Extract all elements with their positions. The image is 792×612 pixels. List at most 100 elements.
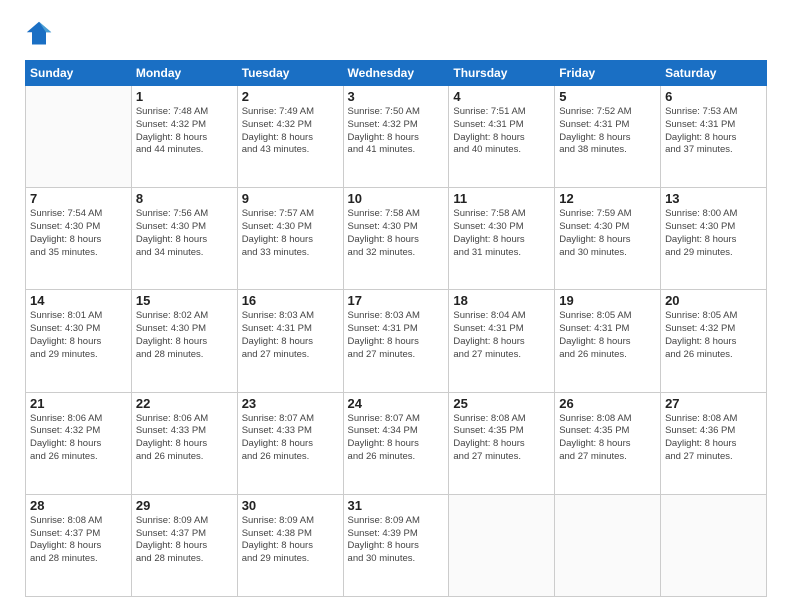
day-info: Sunrise: 8:06 AM Sunset: 4:33 PM Dayligh… [136, 413, 233, 464]
day-info: Sunrise: 8:06 AM Sunset: 4:32 PM Dayligh… [30, 413, 127, 464]
day-number: 19 [559, 293, 656, 308]
day-info: Sunrise: 7:50 AM Sunset: 4:32 PM Dayligh… [348, 106, 445, 157]
calendar-cell: 21Sunrise: 8:06 AM Sunset: 4:32 PM Dayli… [26, 392, 132, 494]
calendar-cell: 11 Sunrise: 7:58 AM Sunset: 4:30 PM Dayli… [449, 188, 555, 290]
calendar-cell: 20 Sunrise: 8:05 AM Sunset: 4:32 PM Dayli… [661, 290, 767, 392]
day-info: Sunrise: 8:09 AM Sunset: 4:38 PM Dayligh… [242, 515, 339, 566]
calendar-cell: 30 Sunrise: 8:09 AM Sunset: 4:38 PM Dayli… [237, 494, 343, 596]
day-info: Sunrise: 7:53 AM Sunset: 4:31 PM Dayligh… [665, 106, 762, 157]
calendar-cell: 17 Sunrise: 8:03 AM Sunset: 4:31 PM Dayli… [343, 290, 449, 392]
day-info: Sunrise: 8:03 AM Sunset: 4:31 PM Dayligh… [348, 310, 445, 361]
day-number: 18 [453, 293, 550, 308]
day-info: Sunrise: 8:08 AM Sunset: 4:37 PM Dayligh… [30, 515, 127, 566]
day-number: 26 [559, 396, 656, 411]
day-info: Sunrise: 8:08 AM Sunset: 4:35 PM Dayligh… [453, 413, 550, 464]
day-number: 5 [559, 89, 656, 104]
day-info: Sunrise: 7:54 AM Sunset: 4:30 PM Dayligh… [30, 208, 127, 259]
day-number: 13 [665, 191, 762, 206]
calendar-cell: 29Sunrise: 8:09 AM Sunset: 4:37 PM Dayli… [131, 494, 237, 596]
calendar-cell: 31Sunrise: 8:09 AM Sunset: 4:39 PM Dayli… [343, 494, 449, 596]
day-info: Sunrise: 8:09 AM Sunset: 4:37 PM Dayligh… [136, 515, 233, 566]
calendar-cell: 7 Sunrise: 7:54 AM Sunset: 4:30 PM Daylig… [26, 188, 132, 290]
day-number: 24 [348, 396, 445, 411]
day-number: 2 [242, 89, 339, 104]
calendar-cell: 26 Sunrise: 8:08 AM Sunset: 4:35 PM Dayli… [555, 392, 661, 494]
day-info: Sunrise: 8:05 AM Sunset: 4:31 PM Dayligh… [559, 310, 656, 361]
calendar-cell: 23 Sunrise: 8:07 AM Sunset: 4:33 PM Dayli… [237, 392, 343, 494]
calendar-cell: 8 Sunrise: 7:56 AM Sunset: 4:30 PM Daylig… [131, 188, 237, 290]
calendar-cell: 22Sunrise: 8:06 AM Sunset: 4:33 PM Dayli… [131, 392, 237, 494]
page: SundayMondayTuesdayWednesdayThursdayFrid… [0, 0, 792, 612]
day-number: 20 [665, 293, 762, 308]
day-number: 14 [30, 293, 127, 308]
day-number: 6 [665, 89, 762, 104]
day-info: Sunrise: 8:08 AM Sunset: 4:36 PM Dayligh… [665, 413, 762, 464]
calendar-day-header: Saturday [661, 61, 767, 86]
calendar-week-row: 1 Sunrise: 7:48 AM Sunset: 4:32 PM Daylig… [26, 86, 767, 188]
day-number: 11 [453, 191, 550, 206]
day-number: 1 [136, 89, 233, 104]
calendar-day-header: Thursday [449, 61, 555, 86]
day-info: Sunrise: 8:03 AM Sunset: 4:31 PM Dayligh… [242, 310, 339, 361]
day-info: Sunrise: 8:00 AM Sunset: 4:30 PM Dayligh… [665, 208, 762, 259]
calendar-cell [449, 494, 555, 596]
calendar-cell: 28 Sunrise: 8:08 AM Sunset: 4:37 PM Dayli… [26, 494, 132, 596]
day-info: Sunrise: 8:09 AM Sunset: 4:39 PM Dayligh… [348, 515, 445, 566]
calendar-week-row: 28 Sunrise: 8:08 AM Sunset: 4:37 PM Dayli… [26, 494, 767, 596]
logo-icon [25, 20, 53, 48]
calendar-cell [26, 86, 132, 188]
calendar-header-row: SundayMondayTuesdayWednesdayThursdayFrid… [26, 61, 767, 86]
calendar-cell: 13 Sunrise: 8:00 AM Sunset: 4:30 PM Dayli… [661, 188, 767, 290]
calendar-cell: 3 Sunrise: 7:50 AM Sunset: 4:32 PM Daylig… [343, 86, 449, 188]
logo [25, 20, 57, 48]
day-info: Sunrise: 7:49 AM Sunset: 4:32 PM Dayligh… [242, 106, 339, 157]
day-number: 8 [136, 191, 233, 206]
calendar-week-row: 14 Sunrise: 8:01 AM Sunset: 4:30 PM Dayli… [26, 290, 767, 392]
day-info: Sunrise: 8:08 AM Sunset: 4:35 PM Dayligh… [559, 413, 656, 464]
day-number: 28 [30, 498, 127, 513]
calendar-cell: 5 Sunrise: 7:52 AM Sunset: 4:31 PM Daylig… [555, 86, 661, 188]
day-number: 7 [30, 191, 127, 206]
day-number: 27 [665, 396, 762, 411]
day-info: Sunrise: 8:05 AM Sunset: 4:32 PM Dayligh… [665, 310, 762, 361]
calendar-cell: 27 Sunrise: 8:08 AM Sunset: 4:36 PM Dayli… [661, 392, 767, 494]
calendar-day-header: Wednesday [343, 61, 449, 86]
day-info: Sunrise: 7:56 AM Sunset: 4:30 PM Dayligh… [136, 208, 233, 259]
calendar-cell: 19 Sunrise: 8:05 AM Sunset: 4:31 PM Dayli… [555, 290, 661, 392]
day-info: Sunrise: 7:48 AM Sunset: 4:32 PM Dayligh… [136, 106, 233, 157]
calendar-cell [661, 494, 767, 596]
calendar-cell: 10 Sunrise: 7:58 AM Sunset: 4:30 PM Dayli… [343, 188, 449, 290]
calendar-day-header: Tuesday [237, 61, 343, 86]
day-number: 16 [242, 293, 339, 308]
day-info: Sunrise: 7:58 AM Sunset: 4:30 PM Dayligh… [348, 208, 445, 259]
day-info: Sunrise: 7:52 AM Sunset: 4:31 PM Dayligh… [559, 106, 656, 157]
calendar-day-header: Sunday [26, 61, 132, 86]
calendar-week-row: 7 Sunrise: 7:54 AM Sunset: 4:30 PM Daylig… [26, 188, 767, 290]
calendar-table: SundayMondayTuesdayWednesdayThursdayFrid… [25, 60, 767, 597]
day-number: 30 [242, 498, 339, 513]
day-info: Sunrise: 7:51 AM Sunset: 4:31 PM Dayligh… [453, 106, 550, 157]
day-number: 4 [453, 89, 550, 104]
day-info: Sunrise: 8:07 AM Sunset: 4:33 PM Dayligh… [242, 413, 339, 464]
day-number: 23 [242, 396, 339, 411]
day-number: 17 [348, 293, 445, 308]
day-number: 10 [348, 191, 445, 206]
calendar-cell: 16 Sunrise: 8:03 AM Sunset: 4:31 PM Dayli… [237, 290, 343, 392]
day-info: Sunrise: 7:57 AM Sunset: 4:30 PM Dayligh… [242, 208, 339, 259]
day-info: Sunrise: 8:02 AM Sunset: 4:30 PM Dayligh… [136, 310, 233, 361]
calendar-cell [555, 494, 661, 596]
calendar-cell: 2 Sunrise: 7:49 AM Sunset: 4:32 PM Daylig… [237, 86, 343, 188]
day-info: Sunrise: 7:59 AM Sunset: 4:30 PM Dayligh… [559, 208, 656, 259]
calendar-cell: 14 Sunrise: 8:01 AM Sunset: 4:30 PM Dayli… [26, 290, 132, 392]
header [25, 20, 767, 48]
day-info: Sunrise: 8:01 AM Sunset: 4:30 PM Dayligh… [30, 310, 127, 361]
day-number: 9 [242, 191, 339, 206]
day-number: 25 [453, 396, 550, 411]
day-info: Sunrise: 7:58 AM Sunset: 4:30 PM Dayligh… [453, 208, 550, 259]
calendar-cell: 4 Sunrise: 7:51 AM Sunset: 4:31 PM Daylig… [449, 86, 555, 188]
day-number: 12 [559, 191, 656, 206]
day-info: Sunrise: 8:07 AM Sunset: 4:34 PM Dayligh… [348, 413, 445, 464]
day-number: 3 [348, 89, 445, 104]
calendar-cell: 12 Sunrise: 7:59 AM Sunset: 4:30 PM Dayli… [555, 188, 661, 290]
calendar-cell: 9 Sunrise: 7:57 AM Sunset: 4:30 PM Daylig… [237, 188, 343, 290]
